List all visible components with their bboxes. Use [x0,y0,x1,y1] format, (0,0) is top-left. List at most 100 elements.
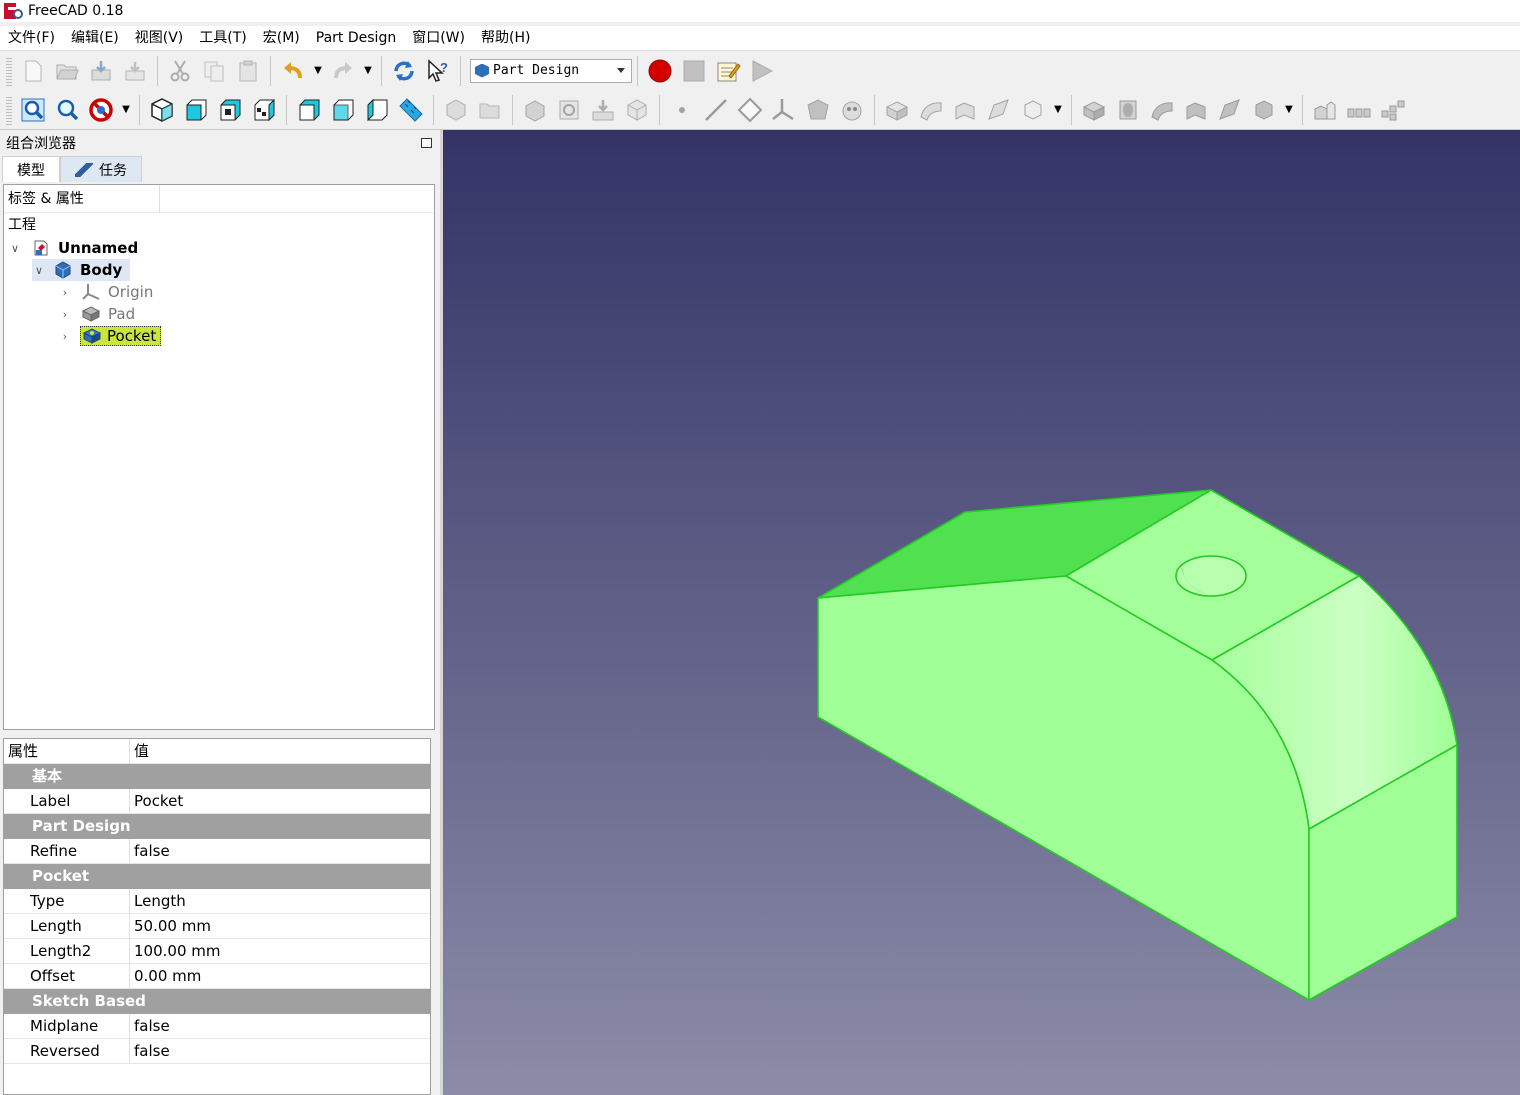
whats-this-button[interactable]: ? [421,54,455,88]
view-right-button[interactable] [247,93,281,127]
property-header-key[interactable]: 属性 [4,738,130,764]
sub-shape-binder-button[interactable] [835,93,869,127]
macro-stop-button[interactable] [677,54,711,88]
property-value[interactable]: Length [130,889,186,914]
shape-binder-button[interactable] [801,93,835,127]
map-sketch-button[interactable] [586,93,620,127]
local-cs-button[interactable] [767,93,801,127]
fit-selection-button[interactable] [50,93,84,127]
property-value[interactable]: false [130,839,170,864]
groove-button[interactable] [1145,93,1179,127]
tree-item-body[interactable]: ∨ Body [32,259,131,281]
chevron-right-icon[interactable]: › [58,285,72,299]
measure-button[interactable] [394,93,428,127]
chevron-down-icon[interactable]: ∨ [32,263,46,277]
redo-dropdown-button[interactable]: ▼ [360,54,376,88]
draw-style-dropdown[interactable]: ▼ [118,93,134,127]
pad-button[interactable] [880,93,914,127]
subtractive-loft-button[interactable] [1179,93,1213,127]
property-row-refine[interactable]: Refine false [4,838,430,864]
property-group-pocket[interactable]: Pocket [4,864,430,889]
cut-button[interactable] [163,54,197,88]
subtractive-primitive-button[interactable] [1247,93,1281,127]
clone-button[interactable] [620,93,654,127]
property-row-midplane[interactable]: Midplane false [4,1013,430,1039]
property-row-type[interactable]: Type Length [4,888,430,914]
refresh-button[interactable] [387,54,421,88]
datum-plane-button[interactable] [733,93,767,127]
additive-primitive-button[interactable] [1016,93,1050,127]
property-value[interactable]: false [130,1014,170,1039]
view-front-button[interactable] [179,93,213,127]
create-body-button[interactable] [439,93,473,127]
tree-item-pocket[interactable]: › Pocket [58,325,162,347]
additive-loft-button[interactable] [948,93,982,127]
property-group-sketch-based[interactable]: Sketch Based [4,989,430,1014]
datum-line-button[interactable] [699,93,733,127]
toolbar-grip[interactable] [6,94,12,125]
menu-tools[interactable]: 工具(T) [191,26,254,50]
property-row-reversed[interactable]: Reversed false [4,1038,430,1064]
datum-point-button[interactable] [665,93,699,127]
tree-item-document[interactable]: ∨ Unnamed [8,237,140,259]
3d-model[interactable] [443,130,1520,1095]
chevron-right-icon[interactable]: › [58,329,72,343]
view-rear-button[interactable] [292,93,326,127]
menu-help[interactable]: 帮助(H) [473,26,538,50]
property-value[interactable]: false [130,1039,170,1064]
menu-file[interactable]: 文件(F) [0,26,63,50]
additive-primitive-dropdown[interactable]: ▼ [1050,93,1066,127]
tab-tasks[interactable]: 任务 [60,156,142,182]
property-group-base[interactable]: 基本 [4,764,430,789]
tree-item-pad[interactable]: › Pad [58,303,137,325]
property-value[interactable]: 50.00 mm [130,914,211,939]
view-isometric-button[interactable] [145,93,179,127]
property-value[interactable]: 100.00 mm [130,939,220,964]
linear-pattern-button[interactable] [1342,93,1376,127]
property-value[interactable]: Pocket [130,789,183,814]
tab-model[interactable]: 模型 [2,156,60,182]
fit-all-button[interactable] [16,93,50,127]
workbench-selector[interactable]: Part Design [470,58,632,83]
menu-window[interactable]: 窗口(W) [404,26,473,50]
multitransform-button[interactable] [1376,93,1410,127]
menu-macro[interactable]: 宏(M) [255,26,308,50]
paste-button[interactable] [231,54,265,88]
macro-record-button[interactable] [643,54,677,88]
undo-button[interactable] [276,54,310,88]
chevron-down-icon[interactable]: ∨ [8,241,22,255]
macro-run-button[interactable] [745,54,779,88]
toolbar-grip[interactable] [6,55,12,86]
new-document-button[interactable] [16,54,50,88]
copy-button[interactable] [197,54,231,88]
property-value[interactable]: 0.00 mm [130,964,201,989]
additive-pipe-button[interactable] [982,93,1016,127]
create-part-button[interactable] [473,93,507,127]
new-sketch-button[interactable] [518,93,552,127]
menu-view[interactable]: 视图(V) [127,26,192,50]
save-button[interactable] [84,54,118,88]
menu-part-design[interactable]: Part Design [308,26,404,50]
menu-edit[interactable]: 编辑(E) [63,26,127,50]
subtractive-pipe-button[interactable] [1213,93,1247,127]
undo-dropdown-button[interactable]: ▼ [310,54,326,88]
float-panel-icon[interactable] [421,138,432,148]
draw-style-button[interactable] [84,93,118,127]
save-as-button[interactable] [118,54,152,88]
property-row-label[interactable]: Label Pocket [4,788,430,814]
open-button[interactable] [50,54,84,88]
tree-item-origin[interactable]: › Origin [58,281,155,303]
property-row-offset[interactable]: Offset 0.00 mm [4,963,430,989]
revolution-button[interactable] [914,93,948,127]
view-bottom-button[interactable] [326,93,360,127]
property-header-value[interactable]: 值 [130,739,149,764]
view-left-button[interactable] [360,93,394,127]
hole-button[interactable] [1111,93,1145,127]
redo-button[interactable] [326,54,360,88]
3d-viewport[interactable] [443,130,1520,1095]
model-hole[interactable] [1175,555,1247,597]
view-top-button[interactable] [213,93,247,127]
subtractive-primitive-dropdown[interactable]: ▼ [1281,93,1297,127]
chevron-right-icon[interactable]: › [58,307,72,321]
mirrored-button[interactable] [1308,93,1342,127]
